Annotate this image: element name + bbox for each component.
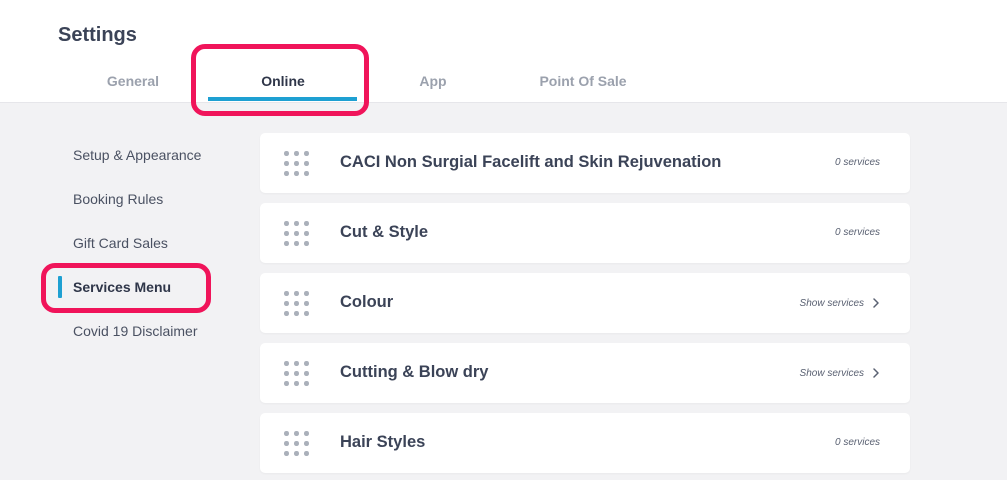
sidebar-item-booking-rules[interactable]: Booking Rules [73, 191, 163, 207]
drag-dot [304, 291, 309, 296]
page-title: Settings [58, 24, 137, 46]
drag-dot [304, 361, 309, 366]
service-category-card[interactable]: Cut & Style 0 services [260, 203, 910, 263]
drag-dot [304, 441, 309, 446]
service-category-card[interactable]: Hair Styles 0 services [260, 413, 910, 473]
show-services-label: Show services [799, 367, 864, 379]
drag-dot [284, 241, 289, 246]
drag-dot [294, 221, 299, 226]
drag-dot [304, 451, 309, 456]
drag-dot [304, 151, 309, 156]
drag-dot [284, 371, 289, 376]
drag-handle-icon[interactable] [284, 151, 312, 176]
service-category-card[interactable]: Cutting & Blow dry Show services [260, 343, 910, 403]
category-title: Cut & Style [340, 223, 429, 241]
sidebar-item-services-menu[interactable]: Services Menu [73, 279, 171, 295]
drag-handle-icon[interactable] [284, 361, 312, 386]
chevron-right-icon [873, 298, 879, 308]
drag-dot [294, 311, 299, 316]
drag-dot [284, 441, 289, 446]
drag-dot [294, 241, 299, 246]
drag-dot [304, 241, 309, 246]
category-title: Colour [340, 293, 394, 311]
drag-dot [294, 431, 299, 436]
category-title: Hair Styles [340, 433, 426, 451]
drag-dot [284, 381, 289, 386]
drag-dot [294, 291, 299, 296]
drag-dot [294, 301, 299, 306]
service-count: 0 services [834, 227, 880, 238]
sidebar-item-covid-19-disclaimer[interactable]: Covid 19 Disclaimer [73, 323, 197, 339]
drag-dot [294, 361, 299, 366]
drag-dot [294, 231, 299, 236]
drag-handle-icon[interactable] [284, 221, 312, 246]
drag-dot [294, 381, 299, 386]
category-title: CACI Non Surgial Facelift and Skin Rejuv… [340, 153, 722, 171]
tab-highlight-box [191, 44, 369, 116]
drag-dot [284, 361, 289, 366]
tab-app[interactable]: App [410, 73, 456, 93]
drag-dot [304, 431, 309, 436]
drag-dot [304, 221, 309, 226]
drag-handle-icon[interactable] [284, 291, 312, 316]
settings-header: Settings General Online App Point Of Sal… [0, 0, 1007, 103]
show-services-link[interactable]: Show services [800, 366, 880, 380]
drag-dot [294, 161, 299, 166]
sidebar-item-setup-appearance[interactable]: Setup & Appearance [73, 147, 201, 163]
drag-dot [294, 441, 299, 446]
drag-dot [284, 311, 289, 316]
tab-general[interactable]: General [98, 73, 168, 93]
drag-dot [304, 231, 309, 236]
drag-dot [304, 171, 309, 176]
drag-dot [284, 151, 289, 156]
drag-dot [304, 381, 309, 386]
chevron-right-icon [873, 368, 879, 378]
drag-dot [284, 171, 289, 176]
drag-dot [294, 171, 299, 176]
drag-dot [284, 291, 289, 296]
drag-dot [304, 371, 309, 376]
category-title: Cutting & Blow dry [340, 363, 489, 381]
sidebar-active-indicator [58, 276, 62, 298]
drag-dot [284, 451, 289, 456]
drag-dot [294, 451, 299, 456]
sidebar-item-gift-card-sales[interactable]: Gift Card Sales [73, 235, 168, 251]
service-count: 0 services [834, 157, 880, 168]
drag-dot [284, 431, 289, 436]
service-count: 0 services [834, 437, 880, 448]
drag-dot [284, 221, 289, 226]
drag-dot [304, 311, 309, 316]
drag-dot [304, 161, 309, 166]
service-category-card[interactable]: CACI Non Surgial Facelift and Skin Rejuv… [260, 133, 910, 193]
drag-dot [304, 301, 309, 306]
drag-dot [284, 301, 289, 306]
drag-dot [294, 151, 299, 156]
service-category-card[interactable]: Colour Show services [260, 273, 910, 333]
drag-dot [284, 161, 289, 166]
show-services-link[interactable]: Show services [800, 296, 880, 310]
drag-dot [284, 231, 289, 236]
tab-point-of-sale[interactable]: Point Of Sale [528, 73, 638, 93]
drag-handle-icon[interactable] [284, 431, 312, 456]
drag-dot [294, 371, 299, 376]
show-services-label: Show services [799, 297, 864, 309]
